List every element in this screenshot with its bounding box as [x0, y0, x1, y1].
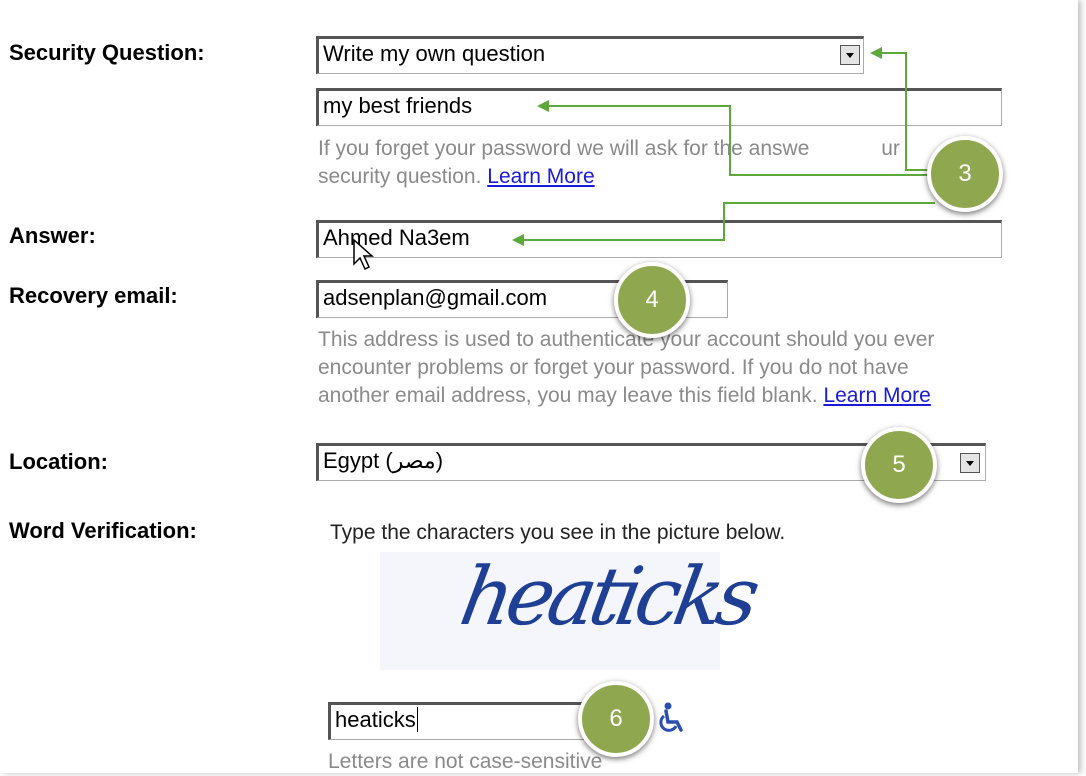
- annotation-arrows: [512, 47, 940, 246]
- arrow-to-answer: [520, 202, 935, 241]
- step-badge-5: 5: [861, 427, 937, 503]
- arrow-to-security-select: [878, 52, 940, 171]
- signup-form-panel: Security Question: Write my own question…: [0, 0, 1078, 773]
- step-badge-3: 3: [927, 136, 1003, 212]
- step-badge-4: 4: [614, 262, 690, 338]
- step-badge-6: 6: [578, 681, 654, 757]
- arrow-to-own-question: [545, 105, 935, 176]
